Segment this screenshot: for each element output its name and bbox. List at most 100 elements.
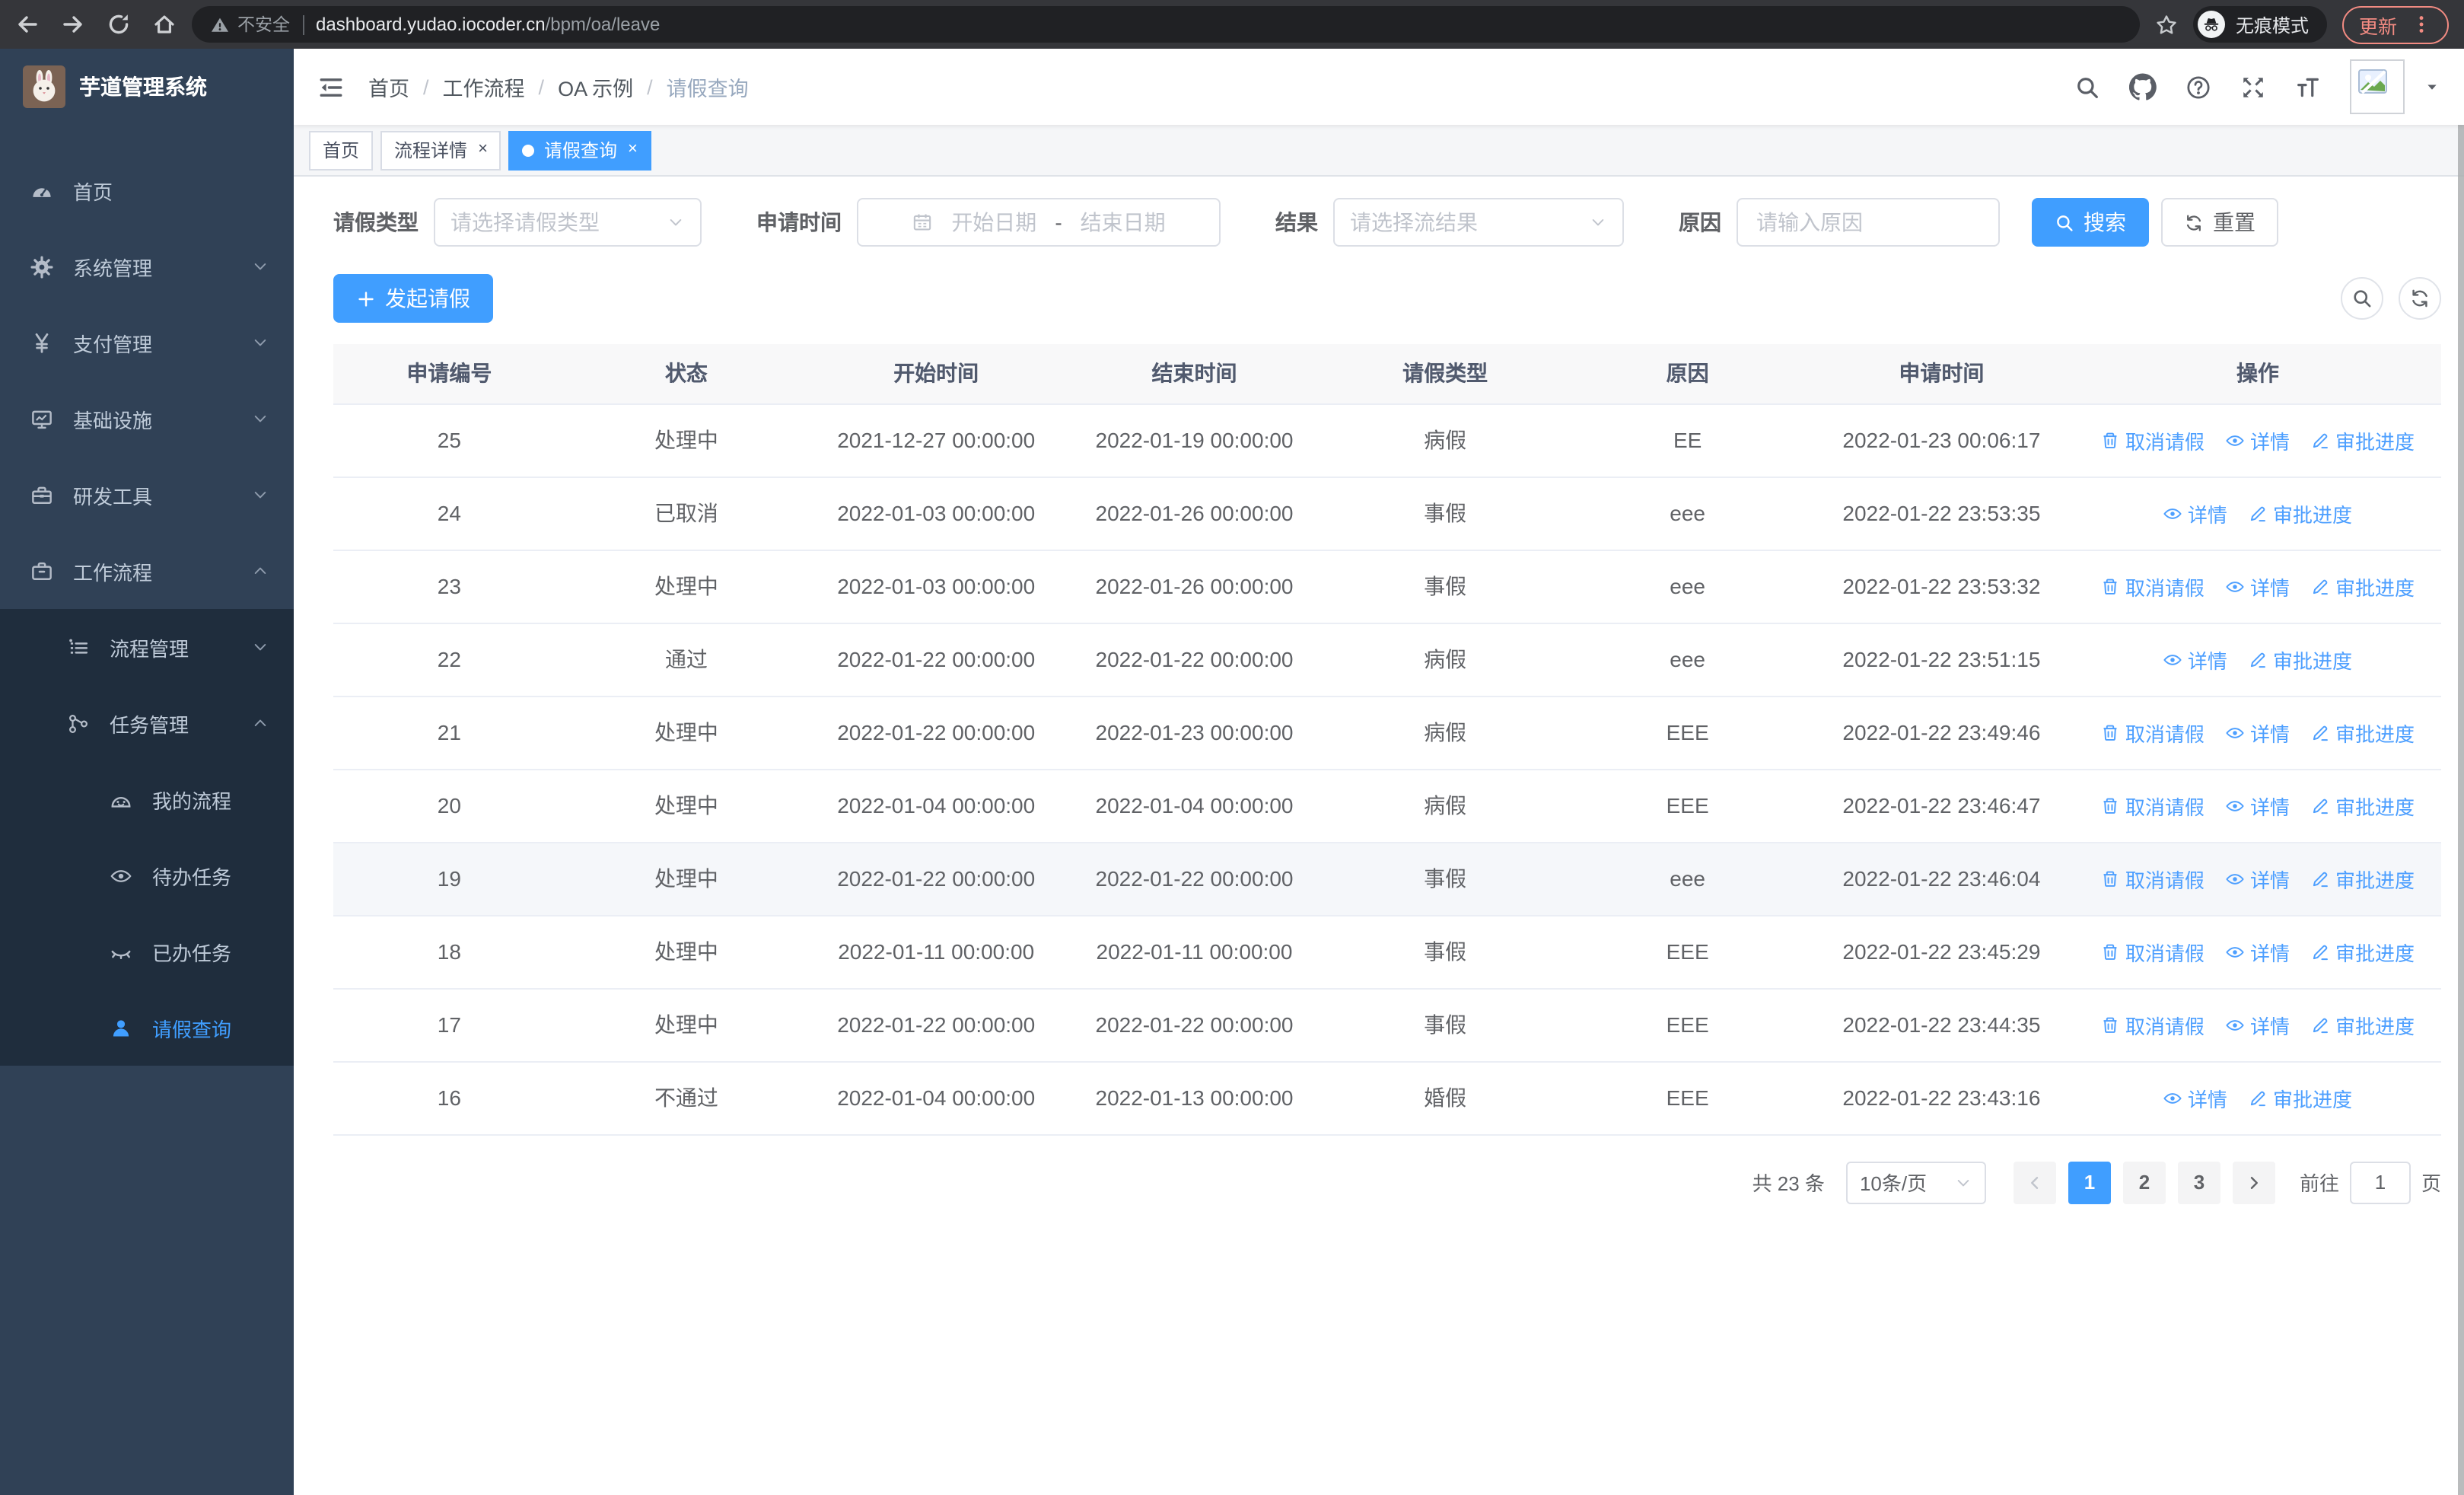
- create-leave-button[interactable]: 发起请假: [333, 274, 493, 323]
- progress-action-link[interactable]: 审批进度: [2249, 499, 2352, 528]
- detail-action-link[interactable]: 详情: [2163, 499, 2227, 528]
- browser-menu-icon[interactable]: [2411, 14, 2432, 35]
- detail-action-link[interactable]: 详情: [2163, 1083, 2227, 1112]
- security-indicator[interactable]: 不安全: [210, 12, 290, 37]
- sidebar-item-process-mgmt[interactable]: 流程管理: [0, 609, 294, 685]
- progress-action-link[interactable]: 审批进度: [2311, 791, 2415, 820]
- address-bar[interactable]: 不安全 dashboard.yudao.iocoder.cn/bpm/oa/le…: [192, 6, 2140, 43]
- sidebar-item-workflow[interactable]: 工作流程: [0, 533, 294, 609]
- chevron-up-icon: [251, 562, 269, 580]
- refresh-table-button[interactable]: [2399, 277, 2441, 320]
- breadcrumb-separator: /: [423, 75, 429, 98]
- security-label: 不安全: [237, 17, 290, 35]
- help-icon[interactable]: [2185, 74, 2211, 100]
- sidebar-fold-icon[interactable]: [318, 74, 344, 100]
- table-row: 17 处理中 2022-01-22 00:00:00 2022-01-22 00:00…: [333, 988, 2441, 1062]
- cancel-action-link[interactable]: 取消请假: [2101, 937, 2205, 966]
- pen-icon: [2311, 430, 2331, 450]
- detail-action-link[interactable]: 详情: [2226, 572, 2290, 601]
- breadcrumb: 首页 / 工作流程 / OA 示例 / 请假查询: [368, 72, 749, 102]
- detail-action-link[interactable]: 详情: [2226, 718, 2290, 747]
- prev-page-button[interactable]: [2013, 1161, 2056, 1203]
- home-icon[interactable]: [152, 12, 177, 37]
- reload-icon[interactable]: [107, 12, 131, 37]
- breadcrumb-item[interactable]: 首页: [368, 72, 409, 102]
- cancel-action-link[interactable]: 取消请假: [2101, 426, 2205, 454]
- page-scrollbar[interactable]: [2458, 49, 2464, 1495]
- page-button-2[interactable]: 2: [2122, 1161, 2166, 1203]
- chevron-down-icon: [251, 486, 269, 504]
- breadcrumb-item[interactable]: OA 示例: [558, 72, 633, 102]
- cancel-action-link[interactable]: 取消请假: [2101, 718, 2205, 747]
- fullscreen-icon[interactable]: [2240, 74, 2266, 100]
- tab-流程详情[interactable]: 流程详情 ×: [380, 130, 501, 170]
- browser-update-button[interactable]: 更新: [2341, 5, 2449, 43]
- search-icon[interactable]: [2074, 74, 2100, 100]
- avatar[interactable]: [2350, 59, 2405, 114]
- cell-id: 20: [333, 769, 565, 843]
- detail-action-link[interactable]: 详情: [2226, 937, 2290, 966]
- progress-action-link[interactable]: 审批进度: [2311, 718, 2415, 747]
- action-label: 取消请假: [2125, 430, 2205, 453]
- progress-action-link[interactable]: 审批进度: [2311, 572, 2415, 601]
- cancel-action-link[interactable]: 取消请假: [2101, 1010, 2205, 1039]
- sidebar-item-payment[interactable]: 支付管理: [0, 304, 294, 381]
- progress-action-link[interactable]: 审批进度: [2311, 1010, 2415, 1039]
- back-icon[interactable]: [15, 12, 40, 37]
- sidebar-item-devtools[interactable]: 研发工具: [0, 457, 294, 533]
- tab-close-icon[interactable]: ×: [628, 141, 638, 158]
- sidebar-item-todo-tasks[interactable]: 待办任务: [0, 837, 294, 913]
- page-button-1[interactable]: 1: [2068, 1161, 2111, 1203]
- next-page-button[interactable]: [2232, 1161, 2275, 1203]
- search-button[interactable]: 搜索: [2032, 198, 2149, 247]
- sidebar-item-infra[interactable]: 基础设施: [0, 381, 294, 457]
- sidebar-item-done-tasks[interactable]: 已办任务: [0, 913, 294, 990]
- cancel-action-link[interactable]: 取消请假: [2101, 572, 2205, 601]
- sidebar-item-my-process[interactable]: 我的流程: [0, 761, 294, 837]
- result-label: 结果: [1275, 210, 1318, 234]
- detail-action-link[interactable]: 详情: [2226, 1010, 2290, 1039]
- detail-action-link[interactable]: 详情: [2226, 426, 2290, 454]
- sidebar-item-task-mgmt[interactable]: 任务管理: [0, 685, 294, 761]
- chevron-down-icon[interactable]: [2424, 79, 2440, 94]
- detail-action-link[interactable]: 详情: [2163, 645, 2227, 674]
- leave-type-select[interactable]: 请选择请假类型: [434, 198, 702, 247]
- progress-action-link[interactable]: 审批进度: [2249, 645, 2352, 674]
- show-search-button[interactable]: [2341, 277, 2383, 320]
- progress-action-link[interactable]: 审批进度: [2249, 1083, 2352, 1112]
- sidebar-item-leave-query[interactable]: 请假查询: [0, 990, 294, 1066]
- forward-icon[interactable]: [61, 12, 85, 37]
- cancel-action-link[interactable]: 取消请假: [2101, 791, 2205, 820]
- apply-time-range-picker[interactable]: 开始日期 - 结束日期: [857, 198, 1221, 247]
- column-header: 申请编号: [333, 344, 565, 404]
- reason-label: 原因: [1679, 210, 1721, 234]
- reason-input[interactable]: [1737, 198, 2000, 247]
- action-label: 详情: [2249, 869, 2290, 891]
- progress-action-link[interactable]: 审批进度: [2311, 426, 2415, 454]
- cancel-action-link[interactable]: 取消请假: [2101, 864, 2205, 893]
- sidebar-item-label: 流程管理: [110, 637, 189, 660]
- cell-end-time: 2022-01-22 00:00:00: [1065, 842, 1324, 916]
- breadcrumb-item[interactable]: 工作流程: [443, 72, 525, 102]
- cell-actions: 取消请假 详情 审批进度: [2074, 915, 2441, 989]
- bookmark-star-icon[interactable]: [2155, 13, 2178, 36]
- sidebar-item-system[interactable]: 系统管理: [0, 228, 294, 304]
- progress-action-link[interactable]: 审批进度: [2311, 864, 2415, 893]
- column-header: 原因: [1566, 344, 1809, 404]
- tab-close-icon[interactable]: ×: [478, 141, 488, 158]
- tab-请假查询[interactable]: 请假查询 ×: [508, 130, 651, 170]
- page-size-select[interactable]: 10条/页: [1845, 1161, 1986, 1203]
- result-select[interactable]: 请选择流结果: [1333, 198, 1624, 247]
- tab-首页[interactable]: 首页: [309, 130, 374, 170]
- detail-action-link[interactable]: 详情: [2226, 791, 2290, 820]
- incognito-label: 无痕模式: [2235, 14, 2309, 36]
- sidebar-item-home[interactable]: 首页: [0, 152, 294, 228]
- github-icon[interactable]: [2129, 73, 2157, 100]
- pen-icon: [2249, 1088, 2268, 1108]
- progress-action-link[interactable]: 审批进度: [2311, 937, 2415, 966]
- detail-action-link[interactable]: 详情: [2226, 864, 2290, 893]
- font-size-icon[interactable]: [2295, 74, 2321, 100]
- reset-button[interactable]: 重置: [2161, 198, 2278, 247]
- goto-page-input[interactable]: [2349, 1161, 2411, 1203]
- page-button-3[interactable]: 3: [2177, 1161, 2220, 1203]
